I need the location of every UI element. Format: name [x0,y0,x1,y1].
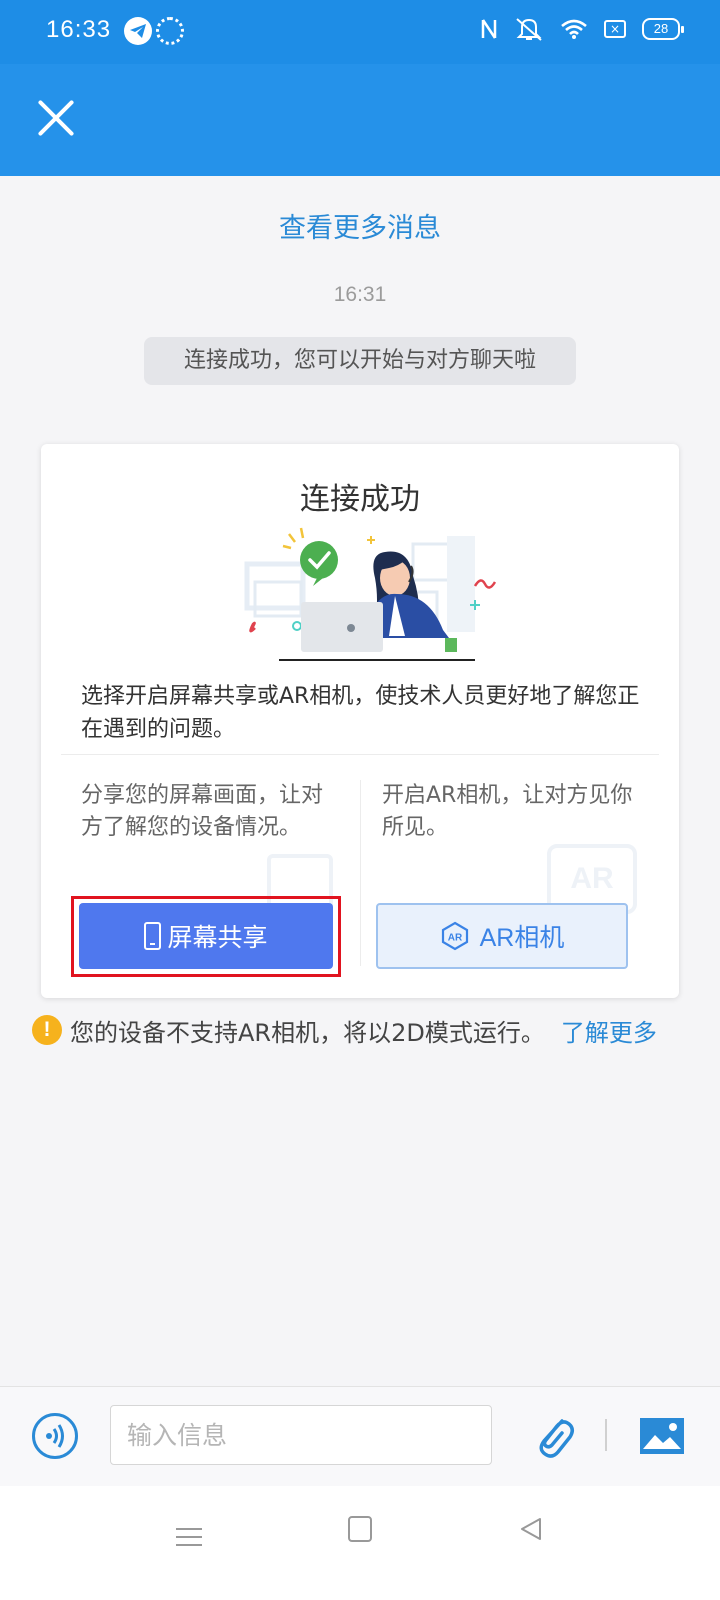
mute-icon [516,18,542,41]
notice-text: 您的设备不支持AR相机，将以2D模式运行。 [70,1018,545,1047]
nfc-icon [481,19,497,39]
no-sim-icon: × [604,20,626,38]
column-divider [360,780,361,966]
nav-menu-icon[interactable] [176,1522,202,1548]
system-nav-bar [0,1486,720,1600]
ar-camera-label: AR相机 [479,924,565,952]
system-message: 连接成功，您可以开始与对方聊天啦 [144,337,576,385]
nav-home-icon[interactable] [348,1516,372,1542]
app-icon [156,17,184,45]
voice-icon [46,1424,64,1448]
message-timestamp: 16:31 [333,283,387,306]
screen-share-button[interactable]: 屏幕共享 [79,903,333,969]
status-bar: 16:33 × 28 [0,0,720,64]
svg-text:AR: AR [447,933,462,944]
ar-unsupported-notice: ! 您的设备不支持AR相机，将以2D模式运行。 了解更多 [32,1012,657,1048]
voice-button[interactable] [32,1413,78,1459]
battery-icon: 28 [642,18,684,40]
support-agent-illustration [244,527,497,661]
connection-card: 连接成功 选择开启屏幕共享或AR相机，使技术人员更好地了解您正在遇到的问题。 分… [41,444,679,998]
wifi-icon [561,19,587,39]
ar-icon: AR [441,921,468,951]
screen-share-description: 分享您的屏幕画面，让对方了解您的设备情况。 [81,783,324,840]
view-more-messages-link[interactable]: 查看更多消息 [0,206,720,245]
card-description: 选择开启屏幕共享或AR相机，使技术人员更好地了解您正在遇到的问题。 [81,684,640,742]
ar-camera-button[interactable]: AR AR相机 [376,903,628,969]
learn-more-link[interactable]: 了解更多 [561,1013,657,1048]
input-bar-separator [605,1419,607,1451]
card-title: 连接成功 [300,482,420,517]
message-input[interactable] [110,1405,492,1465]
screen-share-label: 屏幕共享 [167,923,268,952]
telegram-icon [124,17,152,45]
ar-camera-description: 开启AR相机，让对方见你所见。 [382,783,633,840]
nav-back-icon[interactable] [518,1516,544,1542]
status-time: 16:33 [46,16,112,43]
phone-icon [144,922,162,950]
paperclip-icon[interactable] [530,1409,576,1463]
card-divider [61,754,659,755]
warning-icon: ! [32,1015,62,1045]
status-icons: × 28 [480,16,684,42]
image-icon[interactable] [639,1417,685,1455]
close-icon[interactable] [36,98,76,138]
app-header [0,64,720,176]
input-bar [0,1386,720,1486]
